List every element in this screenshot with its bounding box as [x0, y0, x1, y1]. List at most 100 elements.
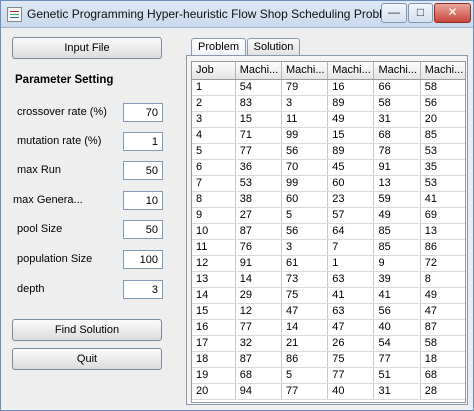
machine-time-cell[interactable]: 53 — [420, 175, 465, 192]
machine-time-cell[interactable]: 31 — [373, 383, 421, 400]
job-cell[interactable]: 17 — [192, 335, 236, 352]
machine-time-cell[interactable]: 5 — [281, 206, 329, 224]
find-solution-button[interactable]: Find Solution — [12, 319, 162, 341]
table-row[interactable]: 2 83 3 89 58 56 — [192, 95, 465, 112]
column-header-job[interactable]: Job — [192, 62, 236, 80]
machine-time-cell[interactable]: 18 — [420, 351, 465, 368]
machine-time-cell[interactable]: 86 — [281, 351, 329, 368]
max-run-input[interactable] — [123, 161, 163, 180]
crossover-rate-input[interactable] — [123, 103, 163, 122]
machine-time-cell[interactable]: 75 — [327, 351, 375, 368]
job-cell[interactable]: 5 — [192, 143, 236, 160]
input-file-button[interactable]: Input File — [12, 37, 162, 59]
machine-time-cell[interactable]: 61 — [281, 255, 329, 272]
machine-time-cell[interactable]: 39 — [373, 270, 421, 288]
machine-time-cell[interactable]: 47 — [281, 303, 329, 320]
machine-time-cell[interactable]: 53 — [420, 143, 465, 160]
machine-time-cell[interactable]: 15 — [327, 127, 375, 144]
table-row[interactable]: 7 53 99 60 13 53 — [192, 175, 465, 192]
machine-time-cell[interactable]: 91 — [235, 255, 282, 272]
job-cell[interactable]: 4 — [192, 127, 236, 144]
machine-time-cell[interactable]: 75 — [281, 287, 329, 304]
machine-time-cell[interactable]: 11 — [281, 111, 329, 128]
machine-time-cell[interactable]: 53 — [235, 175, 282, 192]
tab-solution[interactable]: Solution — [247, 38, 300, 55]
machine-time-cell[interactable]: 77 — [235, 143, 282, 160]
table-row[interactable]: 4 71 99 15 68 85 — [192, 127, 465, 144]
machine-time-cell[interactable]: 36 — [235, 159, 282, 176]
job-cell[interactable]: 19 — [192, 367, 236, 384]
machine-time-cell[interactable]: 54 — [235, 79, 282, 96]
machine-time-cell[interactable]: 85 — [420, 127, 465, 144]
job-cell[interactable]: 10 — [192, 223, 236, 240]
population-size-input[interactable] — [123, 250, 163, 269]
machine-time-cell[interactable]: 38 — [235, 191, 282, 208]
pool-size-input[interactable] — [123, 220, 163, 239]
machine-time-cell[interactable]: 56 — [420, 95, 465, 112]
table-row[interactable]: 16 77 14 47 40 87 — [192, 319, 465, 336]
job-cell[interactable]: 3 — [192, 111, 236, 128]
job-cell[interactable]: 16 — [192, 319, 236, 336]
machine-time-cell[interactable]: 5 — [281, 367, 329, 384]
machine-time-cell[interactable]: 14 — [235, 270, 282, 288]
machine-time-cell[interactable]: 87 — [420, 319, 465, 336]
machine-time-cell[interactable]: 85 — [373, 223, 421, 240]
machine-time-cell[interactable]: 77 — [373, 351, 421, 368]
machine-time-cell[interactable]: 72 — [420, 255, 465, 272]
table-row[interactable]: 9 27 5 57 49 69 — [192, 206, 465, 224]
table-row[interactable]: 3 15 11 49 31 20 — [192, 111, 465, 128]
machine-time-cell[interactable]: 83 — [235, 95, 282, 112]
tab-problem[interactable]: Problem — [191, 38, 246, 56]
machine-time-cell[interactable]: 40 — [327, 383, 375, 400]
machine-time-cell[interactable]: 8 — [420, 270, 465, 288]
machine-time-cell[interactable]: 89 — [327, 95, 375, 112]
machine-time-cell[interactable]: 71 — [235, 127, 282, 144]
job-cell[interactable]: 2 — [192, 95, 236, 112]
table-row[interactable]: 8 38 60 23 59 41 — [192, 191, 465, 208]
machine-time-cell[interactable]: 57 — [327, 206, 375, 224]
machine-time-cell[interactable]: 87 — [235, 223, 282, 240]
job-cell[interactable]: 13 — [192, 270, 236, 288]
machine-time-cell[interactable]: 56 — [373, 303, 421, 320]
job-cell[interactable]: 7 — [192, 175, 236, 192]
machine-time-cell[interactable]: 64 — [327, 223, 375, 240]
job-cell[interactable]: 18 — [192, 351, 236, 368]
column-header-machine[interactable]: Machi... — [420, 62, 465, 80]
machine-time-cell[interactable]: 77 — [235, 319, 282, 336]
machine-time-cell[interactable]: 41 — [327, 287, 375, 304]
machine-time-cell[interactable]: 68 — [373, 127, 421, 144]
machine-time-cell[interactable]: 86 — [420, 239, 465, 256]
machine-time-cell[interactable]: 85 — [373, 239, 421, 256]
machine-time-cell[interactable]: 87 — [235, 351, 282, 368]
machine-time-cell[interactable]: 60 — [281, 191, 329, 208]
column-header-machine[interactable]: Machi... — [281, 62, 329, 80]
machine-time-cell[interactable]: 69 — [420, 206, 465, 224]
machine-time-cell[interactable]: 76 — [235, 239, 282, 256]
table-row[interactable]: 15 12 47 63 56 47 — [192, 303, 465, 320]
job-cell[interactable]: 14 — [192, 287, 236, 304]
machine-time-cell[interactable]: 73 — [281, 270, 329, 288]
machine-time-cell[interactable]: 12 — [235, 303, 282, 320]
table-row[interactable]: 14 29 75 41 41 49 — [192, 287, 465, 304]
machine-time-cell[interactable]: 3 — [281, 95, 329, 112]
machine-time-cell[interactable]: 79 — [281, 79, 329, 96]
column-header-machine[interactable]: Machi... — [373, 62, 421, 80]
machine-time-cell[interactable]: 35 — [420, 159, 465, 176]
machine-time-cell[interactable]: 1 — [327, 255, 375, 272]
machine-time-cell[interactable]: 15 — [235, 111, 282, 128]
machine-time-cell[interactable]: 13 — [420, 223, 465, 240]
machine-time-cell[interactable]: 78 — [373, 143, 421, 160]
machine-time-cell[interactable]: 89 — [327, 143, 375, 160]
machine-time-cell[interactable]: 60 — [327, 175, 375, 192]
job-cell[interactable]: 20 — [192, 383, 236, 400]
table-row[interactable]: 17 32 21 26 54 58 — [192, 335, 465, 352]
machine-time-cell[interactable]: 58 — [420, 79, 465, 96]
machine-time-cell[interactable]: 66 — [373, 79, 421, 96]
machine-time-cell[interactable]: 41 — [373, 287, 421, 304]
machine-time-cell[interactable]: 31 — [373, 111, 421, 128]
machine-time-cell[interactable]: 70 — [281, 159, 329, 176]
machine-time-cell[interactable]: 3 — [281, 239, 329, 256]
job-cell[interactable]: 9 — [192, 206, 236, 224]
machine-time-cell[interactable]: 56 — [281, 143, 329, 160]
table-row[interactable]: 10 87 56 64 85 13 — [192, 223, 465, 240]
